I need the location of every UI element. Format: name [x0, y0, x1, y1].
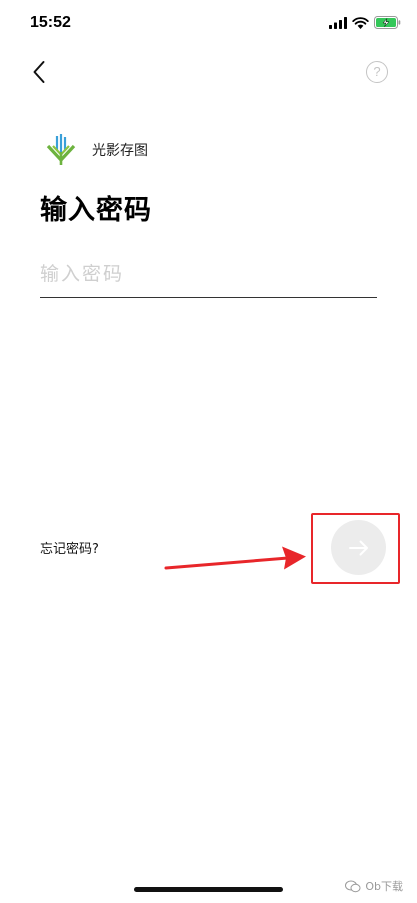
- next-button[interactable]: [331, 520, 386, 575]
- battery-charging-icon: [374, 16, 401, 29]
- wechat-icon: [345, 880, 361, 892]
- app-name: 光影存图: [92, 143, 148, 159]
- arrow-right-icon: [348, 540, 368, 555]
- status-time: 15:52: [30, 14, 71, 31]
- back-button[interactable]: [24, 56, 54, 88]
- status-bar: 15:52: [0, 0, 417, 50]
- password-input[interactable]: [40, 250, 377, 298]
- annotation-arrow: [164, 546, 306, 570]
- wifi-icon: [352, 16, 369, 29]
- help-button[interactable]: ?: [366, 61, 388, 83]
- status-icons: [329, 16, 401, 29]
- app-brand: 光影存图: [46, 134, 148, 166]
- signal-icon: [329, 16, 347, 29]
- nav-bar: ?: [0, 52, 417, 92]
- watermark-text: Ob下载: [365, 880, 403, 893]
- forgot-password-link[interactable]: 忘记密码?: [40, 538, 99, 557]
- home-indicator[interactable]: [134, 887, 283, 892]
- page-title: 输入密码: [40, 195, 152, 226]
- watermark: Ob下载: [345, 878, 403, 894]
- chevron-left-icon: [33, 61, 45, 83]
- app-logo-icon: [46, 134, 76, 165]
